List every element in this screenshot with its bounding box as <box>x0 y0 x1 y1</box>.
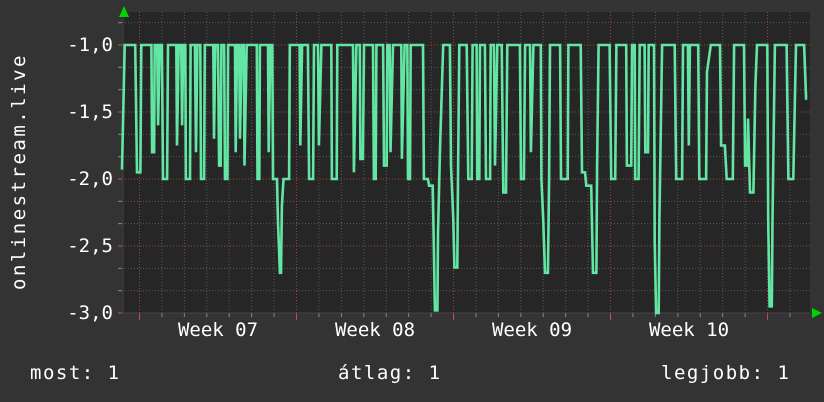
y-tick-label: -1,5 <box>67 101 113 123</box>
x-tick-label: Week 10 <box>648 319 730 341</box>
stat-legjobb: legjobb: 1 <box>661 362 791 384</box>
x-tick-label: Week 08 <box>334 319 416 341</box>
stat-atlag: átlag: 1 <box>338 362 442 384</box>
y-tick-label: -2,0 <box>67 168 113 190</box>
y-tick-label: -2,5 <box>67 235 113 257</box>
y-tick-label: -1,0 <box>67 34 113 56</box>
stat-most: most: 1 <box>30 362 121 384</box>
y-tick-label: -3,0 <box>67 302 113 324</box>
line-chart <box>118 6 822 320</box>
y-axis-arrow-icon <box>119 6 129 17</box>
rrd-graph-panel: onlinestream.live -1,0 -1,5 -2,0 -2,5 -3,0 W… <box>0 0 824 402</box>
x-axis-arrow-icon <box>812 308 822 318</box>
x-tick-label: Week 09 <box>491 319 573 341</box>
x-tick-label: Week 07 <box>177 319 259 341</box>
